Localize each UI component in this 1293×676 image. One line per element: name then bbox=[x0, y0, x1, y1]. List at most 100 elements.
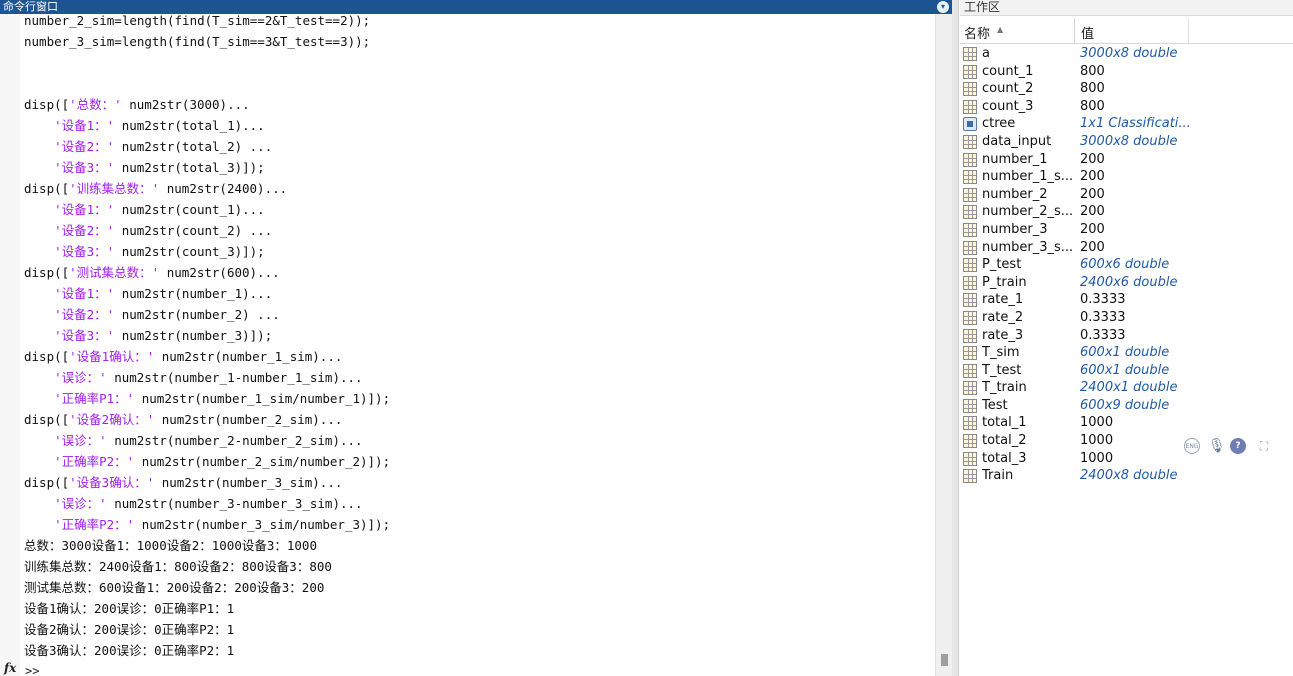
workspace-row[interactable]: number_1 200 bbox=[960, 151, 1293, 169]
command-window-scrollbar[interactable] bbox=[935, 14, 952, 676]
variable-value: 800 bbox=[1080, 98, 1105, 114]
variable-value: 200 bbox=[1080, 186, 1105, 202]
code-text: disp([ bbox=[24, 97, 70, 112]
code-line: disp(['测试集总数：' num2str(600)... bbox=[24, 262, 934, 283]
string-literal: '设备3：' bbox=[54, 160, 115, 175]
variable-value: 200 bbox=[1080, 204, 1105, 220]
command-window-content[interactable]: number_2_sim=length(find(T_sim==2&T_test… bbox=[24, 10, 934, 666]
code-line: '设备3：' num2str(count_3)]); bbox=[24, 241, 934, 262]
workspace-row[interactable]: number_3 200 bbox=[960, 221, 1293, 239]
variable-name: a bbox=[982, 46, 990, 61]
variable-name: ctree bbox=[982, 116, 1016, 132]
variable-value: 200 bbox=[1080, 239, 1105, 255]
code-text: num2str(number_1-number_1_sim)... bbox=[106, 370, 363, 385]
code-text: disp([ bbox=[24, 475, 70, 490]
code-text: num2str(count_2) ... bbox=[114, 223, 273, 238]
panel-splitter[interactable] bbox=[952, 0, 959, 676]
code-line: '正确率P2：' num2str(number_2_sim/number_2)]… bbox=[24, 451, 934, 472]
panel-menu-icon[interactable]: ▾ bbox=[937, 1, 949, 13]
workspace-row[interactable]: P_train 2400x6 double bbox=[960, 274, 1293, 292]
command-prompt[interactable]: >> bbox=[25, 664, 39, 676]
column-header-name[interactable]: 名称 bbox=[964, 23, 990, 42]
matrix-icon bbox=[963, 328, 977, 343]
workspace-row[interactable]: Test 600x9 double bbox=[960, 397, 1293, 415]
workspace-row[interactable]: total_1 1000 bbox=[960, 414, 1293, 432]
workspace-row[interactable]: P_test 600x6 double bbox=[960, 256, 1293, 274]
matrix-icon bbox=[963, 99, 977, 114]
variable-value: 600x9 double bbox=[1080, 397, 1170, 413]
workspace-row[interactable]: a 3000x8 double bbox=[960, 45, 1293, 63]
variable-name: Train bbox=[982, 468, 1014, 484]
microphone-icon[interactable]: 🎙 bbox=[1208, 438, 1226, 454]
code-text: num2str(number_2_sim)... bbox=[154, 412, 343, 427]
output-line: 设备1确认：200误诊：0正确率P1：1 bbox=[24, 601, 235, 616]
column-header-value[interactable]: 值 bbox=[1081, 23, 1094, 42]
expand-icon[interactable]: ⛶ bbox=[1256, 438, 1272, 454]
code-text: num2str(total_2) ... bbox=[114, 139, 273, 154]
code-text: disp([ bbox=[24, 412, 70, 427]
fx-icon[interactable]: fx bbox=[4, 661, 16, 675]
code-line: disp(['总数：' num2str(3000)... bbox=[24, 94, 934, 115]
command-prompt-row[interactable]: fx >> bbox=[0, 661, 934, 676]
variable-name: Test bbox=[982, 397, 1008, 413]
column-divider[interactable] bbox=[1188, 18, 1189, 44]
workspace-row[interactable]: number_1_s... 200 bbox=[960, 168, 1293, 186]
code-text: num2str(number_1)... bbox=[114, 286, 273, 301]
code-line: '误诊：' num2str(number_3-number_3_sim)... bbox=[24, 493, 934, 514]
variable-name: T_sim bbox=[982, 345, 1020, 361]
code-text: disp([ bbox=[24, 181, 70, 196]
workspace-row[interactable]: number_2_s... 200 bbox=[960, 203, 1293, 221]
command-window-gutter bbox=[0, 14, 20, 676]
workspace-row[interactable]: T_sim 600x1 double bbox=[960, 344, 1293, 362]
workspace-row[interactable]: Train 2400x8 double bbox=[960, 467, 1293, 485]
code-text: num2str(number_2-number_2_sim)... bbox=[106, 433, 363, 448]
code-text: num2str(number_3_sim/number_3)]); bbox=[134, 517, 391, 532]
variable-name: total_2 bbox=[982, 433, 1027, 449]
workspace-row[interactable]: count_2 800 bbox=[960, 80, 1293, 98]
workspace-row[interactable]: rate_1 0.3333 bbox=[960, 291, 1293, 309]
variable-value: 800 bbox=[1080, 81, 1105, 97]
workspace-row[interactable]: T_train 2400x1 double bbox=[960, 379, 1293, 397]
string-literal: '设备2：' bbox=[54, 307, 115, 322]
code-text: num2str(number_3)]); bbox=[114, 328, 273, 343]
string-literal: '设备1确认：' bbox=[69, 349, 155, 364]
workspace-column-header: 名称 ▲ 值 bbox=[960, 18, 1293, 44]
help-icon[interactable]: ? bbox=[1230, 438, 1246, 454]
workspace-panel: 工作区 名称 ▲ 值 a 3000x8 double count_1 800 count… bbox=[960, 0, 1293, 676]
workspace-row[interactable]: count_3 800 bbox=[960, 98, 1293, 116]
string-literal: '误诊：' bbox=[54, 433, 107, 448]
workspace-row[interactable]: rate_2 0.3333 bbox=[960, 309, 1293, 327]
sort-ascending-icon[interactable]: ▲ bbox=[997, 25, 1003, 34]
string-literal: '训练集总数：' bbox=[69, 181, 160, 196]
variable-name: P_train bbox=[982, 274, 1027, 290]
variable-name: count_2 bbox=[982, 81, 1034, 97]
variable-value: 200 bbox=[1080, 151, 1105, 167]
workspace-row[interactable]: number_2 200 bbox=[960, 186, 1293, 204]
matrix-icon bbox=[963, 134, 977, 149]
variable-name: count_1 bbox=[982, 63, 1034, 79]
code-text: num2str(total_1)... bbox=[114, 118, 265, 133]
string-literal: '正确率P1：' bbox=[54, 391, 135, 406]
workspace-row[interactable]: rate_3 0.3333 bbox=[960, 327, 1293, 345]
string-literal: '设备3确认：' bbox=[69, 475, 155, 490]
code-text: num2str(number_3-number_3_sim)... bbox=[106, 496, 363, 511]
workspace-row[interactable]: number_3_s... 200 bbox=[960, 239, 1293, 257]
scrollbar-thumb[interactable] bbox=[941, 654, 948, 666]
matrix-icon bbox=[963, 187, 977, 202]
output-line: 设备2确认：200误诊：0正确率P2：1 bbox=[24, 622, 235, 637]
workspace-row[interactable]: data_input 3000x8 double bbox=[960, 133, 1293, 151]
variable-value: 200 bbox=[1080, 221, 1105, 237]
workspace-row[interactable]: T_test 600x1 double bbox=[960, 362, 1293, 380]
code-text: num2str(number_1_sim)... bbox=[154, 349, 343, 364]
workspace-row[interactable]: count_1 800 bbox=[960, 63, 1293, 81]
workspace-row[interactable]: ctree 1x1 Classificati... bbox=[960, 115, 1293, 133]
variable-value: 2400x6 double bbox=[1080, 274, 1178, 290]
matrix-icon bbox=[963, 416, 977, 431]
code-line: disp(['设备2确认：' num2str(number_2_sim)... bbox=[24, 409, 934, 430]
column-divider[interactable] bbox=[1074, 18, 1075, 44]
translate-icon[interactable]: ENG bbox=[1184, 438, 1200, 454]
